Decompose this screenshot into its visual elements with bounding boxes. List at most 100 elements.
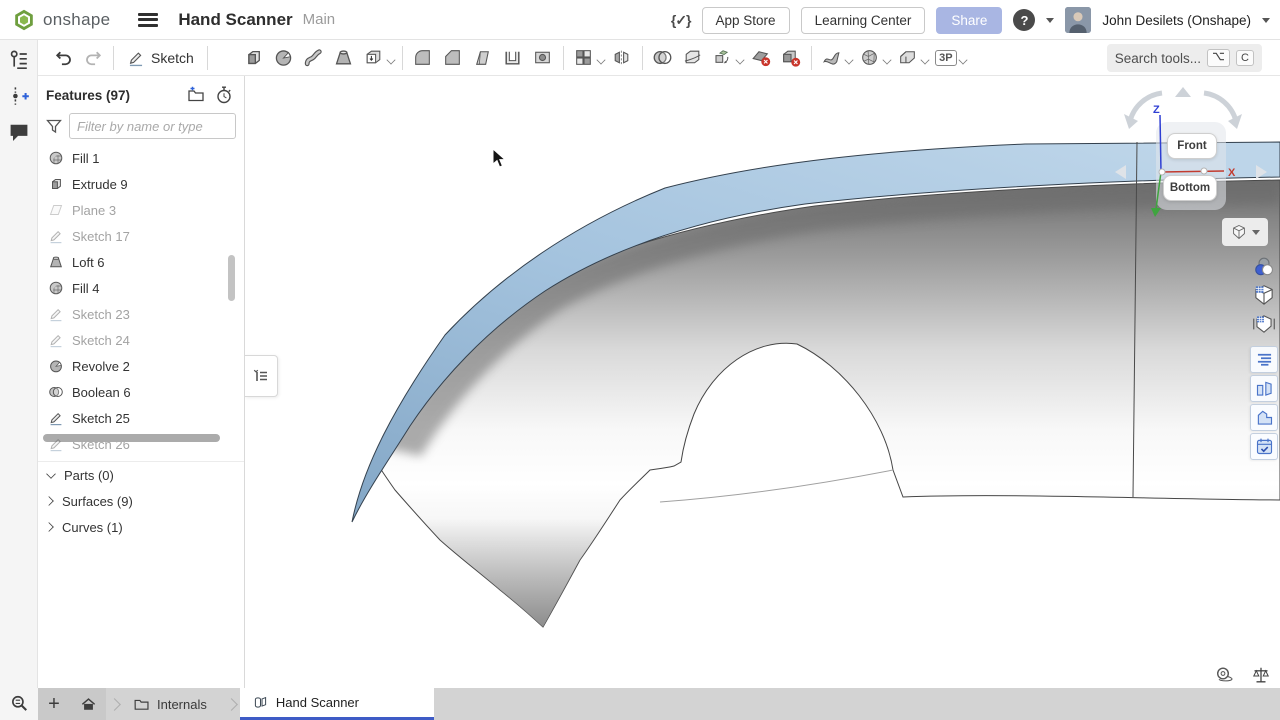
document-title[interactable]: Hand Scanner	[178, 10, 292, 30]
display-states-icon	[1251, 282, 1277, 308]
mass-properties-button[interactable]	[1251, 665, 1271, 685]
sweep-button[interactable]	[299, 43, 329, 73]
feature-item[interactable]: Sketch 23	[38, 301, 244, 327]
mass-scale-icon	[1251, 665, 1271, 685]
sketch-button[interactable]: Sketch	[119, 45, 202, 71]
x-axis-label: X	[1228, 167, 1236, 179]
feature-item[interactable]: Boolean 6	[38, 379, 244, 405]
loft-icon	[333, 47, 354, 68]
feature-item[interactable]: Revolve 2	[38, 353, 244, 379]
sketch-label: Sketch	[151, 50, 194, 66]
sweep-icon	[303, 47, 324, 68]
versions-button[interactable]	[7, 84, 31, 108]
user-chevron-down-icon[interactable]	[1262, 18, 1270, 23]
mesh-button[interactable]	[855, 43, 885, 73]
curves-section-header[interactable]: Curves (1)	[38, 514, 244, 540]
comments-button[interactable]	[7, 120, 31, 144]
graphics-viewport[interactable]: Z X Front Bottom	[245, 76, 1280, 688]
extrude-feature-icon	[48, 176, 64, 192]
panel-collapse-handle[interactable]	[245, 355, 278, 397]
feature-item[interactable]: Sketch 17	[38, 223, 244, 249]
search-tools-placeholder: Search tools...	[1115, 51, 1201, 66]
redo-button[interactable]	[78, 43, 108, 73]
internals-folder-tab[interactable]: Internals	[123, 688, 223, 720]
display-states-panel-button[interactable]	[1251, 282, 1277, 308]
loft-feature-icon	[48, 254, 64, 270]
add-tab-button[interactable]: +	[38, 688, 70, 720]
filter-funnel-icon[interactable]	[44, 116, 64, 136]
three-point-icon: 3P	[935, 50, 956, 66]
feature-statistics-button[interactable]	[214, 85, 234, 105]
hole-icon	[532, 47, 553, 68]
thicken-button[interactable]	[359, 43, 389, 73]
vertical-scrollbar[interactable]	[228, 255, 235, 301]
workspace-name[interactable]: Main	[303, 11, 336, 28]
feature-item[interactable]: Sketch 25	[38, 405, 244, 431]
user-avatar[interactable]	[1065, 7, 1091, 33]
delete-face-button[interactable]	[746, 43, 776, 73]
revolve-button[interactable]	[269, 43, 299, 73]
filter-input[interactable]	[69, 113, 236, 139]
share-button[interactable]: Share	[936, 7, 1002, 34]
transform-button[interactable]	[708, 43, 738, 73]
help-chevron-down-icon[interactable]	[1046, 18, 1054, 23]
split-button[interactable]	[678, 43, 708, 73]
app-store-button[interactable]: App Store	[702, 7, 790, 34]
delete-part-button[interactable]	[776, 43, 806, 73]
parts-section-header[interactable]: Parts (0)	[38, 462, 244, 488]
part-panel-tab[interactable]	[1250, 404, 1278, 431]
undo-button[interactable]	[48, 43, 78, 73]
feature-item[interactable]: Fill 1	[38, 145, 244, 171]
stopwatch-icon	[214, 85, 234, 105]
horizontal-scrollbar[interactable]	[43, 434, 220, 442]
featurescript-icon[interactable]: {✓}	[671, 12, 691, 29]
chamfer-button[interactable]	[438, 43, 468, 73]
help-icon[interactable]: ?	[1013, 9, 1035, 31]
boolean-button[interactable]	[648, 43, 678, 73]
shell-button[interactable]	[498, 43, 528, 73]
feature-list-toggle-button[interactable]	[7, 48, 31, 72]
fit-surface-button[interactable]	[817, 43, 847, 73]
hand-scanner-tab[interactable]: Hand Scanner	[240, 688, 434, 720]
appearance-panel-button[interactable]	[1251, 254, 1277, 280]
shell-icon	[502, 47, 523, 68]
mouse-cursor	[492, 148, 508, 170]
surfaces-section-header[interactable]: Surfaces (9)	[38, 488, 244, 514]
onshape-logo[interactable]: onshape	[12, 8, 110, 32]
revolve-icon	[273, 47, 294, 68]
search-tools-input[interactable]: Search tools... C	[1107, 44, 1262, 72]
view-options-button[interactable]	[1222, 218, 1268, 246]
user-menu-label[interactable]: John Desilets (Onshape)	[1102, 13, 1251, 28]
sketch-feature-icon	[48, 410, 64, 426]
create-folder-button[interactable]	[186, 85, 206, 105]
home-tab-button[interactable]	[70, 688, 106, 720]
learning-center-button[interactable]: Learning Center	[801, 7, 926, 34]
hole-button[interactable]	[528, 43, 558, 73]
mirror-button[interactable]	[607, 43, 637, 73]
versions-panel-tab[interactable]	[1250, 433, 1278, 460]
list-panel-tab[interactable]	[1250, 346, 1278, 373]
main-menu-icon[interactable]	[138, 13, 158, 27]
parts-panel-tab[interactable]	[1250, 375, 1278, 402]
feature-item[interactable]: Extrude 9	[38, 171, 244, 197]
sheet-metal-button[interactable]	[893, 43, 923, 73]
extrude-button[interactable]	[239, 43, 269, 73]
feature-item[interactable]: Loft 6	[38, 249, 244, 275]
view-cube-front-face[interactable]: Front	[1167, 133, 1217, 159]
view-cube-bottom-face[interactable]: Bottom	[1163, 175, 1217, 201]
measure-button[interactable]	[1215, 665, 1235, 685]
feature-item[interactable]: Plane 3	[38, 197, 244, 223]
fillet-button[interactable]	[408, 43, 438, 73]
chamfer-icon	[442, 47, 463, 68]
feature-list-icon	[251, 366, 271, 386]
feature-item[interactable]: Sketch 24	[38, 327, 244, 353]
onshape-logo-icon	[12, 8, 36, 32]
z-axis-line	[1160, 115, 1161, 172]
named-views-panel-button[interactable]	[1251, 311, 1277, 337]
linear-pattern-button[interactable]	[569, 43, 599, 73]
draft-button[interactable]	[468, 43, 498, 73]
three-point-button[interactable]: 3P	[931, 43, 961, 73]
search-tabs-button[interactable]	[0, 688, 38, 720]
feature-item[interactable]: Fill 4	[38, 275, 244, 301]
loft-button[interactable]	[329, 43, 359, 73]
